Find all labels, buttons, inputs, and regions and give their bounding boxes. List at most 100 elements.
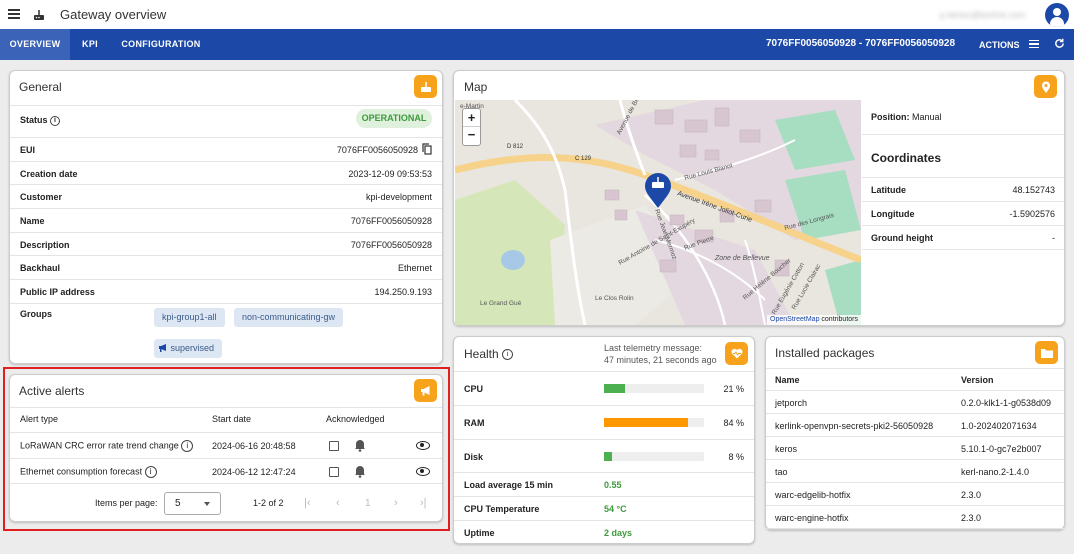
divider <box>10 303 442 304</box>
tab-overview[interactable]: OVERVIEW <box>0 29 70 60</box>
health-row-ram: RAM 84 % <box>454 405 754 439</box>
tab-kpi[interactable]: KPI <box>72 29 108 60</box>
page-title: Gateway overview <box>60 7 167 22</box>
row-label: Description <box>20 240 70 250</box>
health-row-uptime: Uptime 2 days <box>454 520 754 544</box>
row-value: Ethernet <box>397 263 432 273</box>
disk-usage-bar <box>604 452 704 461</box>
row-label: Uptime <box>464 528 495 538</box>
row-label: Latitude <box>871 185 906 195</box>
group-chip-supervised[interactable]: supervised <box>154 339 223 358</box>
divider <box>862 134 1064 135</box>
package-version: 2.3.0 <box>961 513 982 523</box>
row-label: RAM <box>464 418 485 428</box>
map-title: Map <box>464 80 488 94</box>
copy-icon[interactable] <box>422 143 432 155</box>
packages-card-button[interactable] <box>1035 341 1058 364</box>
packages-title: Installed packages <box>775 346 875 360</box>
row-value: 194.250.9.193 <box>374 287 432 297</box>
health-row-cpu: CPU 21 % <box>454 371 754 405</box>
general-row-creation-date: Creation date 2023-12-09 09:53:53 <box>10 161 442 185</box>
package-name: warc-engine-hotfix <box>775 513 849 523</box>
map-view[interactable]: e-Martin D 812 C 129 Avenue de Bellevue … <box>455 100 861 325</box>
zoom-out-button[interactable]: − <box>463 127 480 145</box>
general-row-name: Name 7076FF0056050928 <box>10 208 442 232</box>
row-value: 2 days <box>604 528 633 538</box>
telemetry-label: Last telemetry message: <box>604 343 703 353</box>
zoom-controls: + − <box>462 108 481 146</box>
col-version[interactable]: Version <box>961 375 994 385</box>
position-label: Position: <box>871 112 910 122</box>
info-icon[interactable]: i <box>50 115 61 126</box>
health-row-load: Load average 15 min 0.55 <box>454 472 754 496</box>
col-name[interactable]: Name <box>775 375 800 385</box>
map-label: Le Clos Rolin <box>595 295 634 302</box>
group-chip-label: supervised <box>170 343 215 353</box>
actions-menu-icon[interactable] <box>1029 40 1039 48</box>
row-label: Public IP address <box>20 287 95 297</box>
tab-configuration[interactable]: CONFIGURATION <box>112 29 210 60</box>
heart-pulse-icon <box>731 348 742 359</box>
general-title: General <box>19 80 62 94</box>
folder-icon <box>1040 348 1053 358</box>
packages-header-row: Name Version <box>766 368 1064 392</box>
zoom-in-button[interactable]: + <box>463 109 480 127</box>
actions-button[interactable]: ACTIONS <box>979 40 1020 50</box>
coordinates-row: Latitude 48.152743 <box>862 177 1064 201</box>
refresh-icon[interactable] <box>1054 38 1065 49</box>
attribution-link[interactable]: OpenStreetMap <box>770 316 819 323</box>
row-label: Ground height <box>871 233 933 243</box>
row-value: 48.152743 <box>1012 185 1055 195</box>
row-label: Creation date <box>20 169 78 179</box>
coordinates-row: Longitude -1.5902576 <box>862 201 1064 225</box>
package-name: kerlink-openvpn-secrets-pki2-56050928 <box>775 421 934 431</box>
package-name: jetporch <box>775 398 808 408</box>
group-chip[interactable]: non-communicating-gw <box>234 308 344 327</box>
general-row-customer: Customer kpi-development <box>10 184 442 208</box>
group-chip[interactable]: kpi-group1-all <box>154 308 225 327</box>
row-value: - <box>1052 233 1055 243</box>
telemetry-info: Last telemetry message: 47 minutes, 21 s… <box>604 342 717 366</box>
telemetry-value: 47 minutes, 21 seconds ago <box>604 355 717 365</box>
general-card-button[interactable] <box>414 75 437 98</box>
map-label: Le Grand Gué <box>480 300 522 307</box>
table-row: keros 5.10.1-0-gc7e2b007 <box>766 436 1064 459</box>
row-value: 0.55 <box>604 480 622 490</box>
package-version: kerl-nano.2-1.4.0 <box>961 467 1030 477</box>
row-label: Load average 15 min <box>464 480 554 490</box>
health-title: Health i <box>464 347 514 361</box>
avatar[interactable] <box>1045 3 1069 27</box>
map-label: Zone de Bellevue <box>714 255 770 262</box>
row-label: Backhaul <box>20 263 61 273</box>
row-value: 8 % <box>728 452 744 462</box>
map-label-d812: D 812 <box>507 144 524 150</box>
package-name: warc-edgelib-hotfix <box>775 490 851 500</box>
row-value: 54 °C <box>604 504 627 514</box>
package-version: 0.2.0-klk1-1-g0538d09 <box>961 398 1052 408</box>
info-icon[interactable]: i <box>502 349 514 361</box>
table-row: jetporch 0.2.0-klk1-1-g0538d09 <box>766 390 1064 413</box>
health-title-text: Health <box>464 347 499 361</box>
location-pin-icon <box>1041 81 1050 93</box>
map-tiles: e-Martin D 812 C 129 Avenue de Bellevue … <box>455 100 861 325</box>
row-label: Customer <box>20 192 63 202</box>
menu-icon[interactable] <box>8 9 20 19</box>
row-label: EUI <box>20 145 36 155</box>
cpu-usage-bar <box>604 384 704 393</box>
row-label: Longitude <box>871 209 915 219</box>
gateway-icon <box>34 10 44 20</box>
table-row: tao kerl-nano.2-1.4.0 <box>766 459 1064 482</box>
gateway-icon <box>420 81 431 92</box>
divider <box>862 249 1064 250</box>
row-label: Disk <box>464 452 484 462</box>
health-card-button[interactable] <box>725 342 748 365</box>
row-label: CPU <box>464 384 484 394</box>
cpu-usage-fill <box>604 384 625 393</box>
map-card-button[interactable] <box>1034 75 1057 98</box>
health-row-temperature: CPU Temperature 54 °C <box>454 496 754 520</box>
package-version: 2.3.0 <box>961 490 982 500</box>
top-bar: Gateway overview p.lelriez@kerlink.com <box>0 0 1074 29</box>
package-version: 5.10.1-0-gc7e2b007 <box>961 444 1042 454</box>
general-rows: EUI 7076FF0056050928 Creation date 2023-… <box>10 137 442 305</box>
map-attribution: OpenStreetMap contributors <box>767 315 861 325</box>
